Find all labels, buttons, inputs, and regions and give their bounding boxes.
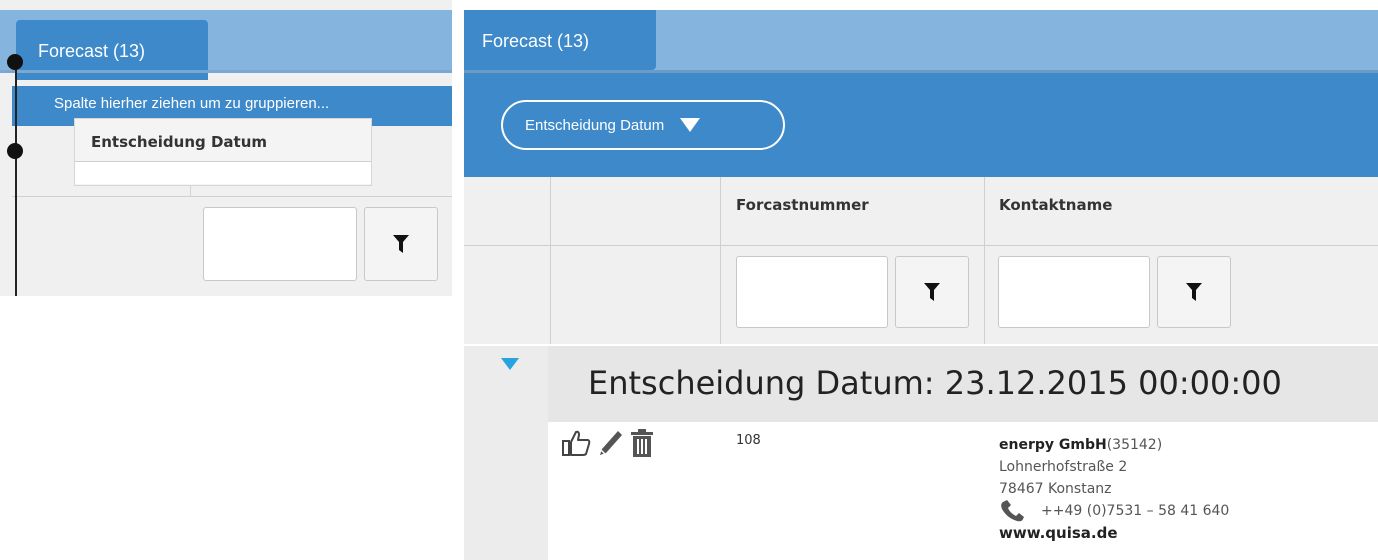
column-header-row — [464, 177, 1378, 246]
column-separator — [550, 177, 551, 344]
expand-icon[interactable] — [501, 358, 519, 370]
drag-indicator-line — [15, 60, 17, 296]
dragged-column-label: Entscheidung Datum — [91, 133, 268, 151]
contact-card: enerpy GmbH(35142) Lohnerhofstraße 2 784… — [999, 434, 1229, 544]
table-row — [548, 422, 1378, 560]
drag-indicator-bottom — [7, 143, 23, 159]
row-actions — [562, 428, 654, 458]
group-chip-entscheidung-datum[interactable]: Entscheidung Datum — [501, 100, 785, 150]
filter-button-forcastnummer[interactable] — [895, 256, 969, 328]
group-gutter — [464, 346, 548, 560]
group-chip-label: Entscheidung Datum — [525, 116, 665, 134]
filter-input-forcastnummer[interactable] — [736, 256, 888, 328]
column-separator — [720, 177, 721, 344]
tab-forecast[interactable]: Forecast (13) — [464, 10, 656, 70]
column-header-forcastnummer[interactable]: Forcastnummer — [736, 196, 869, 214]
contact-phone[interactable]: ++49 (0)7531 – 58 41 640 — [1041, 500, 1229, 522]
tab-underline — [0, 70, 452, 73]
contact-phone-line: ++49 (0)7531 – 58 41 640 — [999, 500, 1229, 522]
contact-street: Lohnerhofstraße 2 — [999, 459, 1128, 475]
contact-company-line: enerpy GmbH(35142) — [999, 434, 1229, 456]
filter-icon — [393, 235, 409, 253]
left-tab-bar: Forecast (13) — [0, 10, 452, 80]
contact-website[interactable]: www.quisa.de — [999, 522, 1229, 544]
thumbs-up-icon[interactable] — [562, 429, 592, 457]
trash-icon[interactable] — [630, 428, 654, 458]
ghost-filter-input — [75, 162, 371, 184]
left-filter-input[interactable] — [203, 207, 357, 281]
filter-icon — [1186, 283, 1202, 301]
column-separator — [984, 177, 985, 344]
forecast-number: 108 — [736, 433, 761, 448]
left-grid-panel: Forecast (13) Spalte hierher ziehen um z… — [0, 0, 452, 296]
column-header-kontaktname[interactable]: Kontaktname — [999, 196, 1112, 214]
left-filter-button[interactable] — [364, 207, 438, 281]
dragged-column-ghost[interactable]: Entscheidung Datum — [74, 118, 372, 186]
drag-indicator-top — [7, 54, 23, 70]
group-panel: Entscheidung Datum — [464, 73, 1378, 177]
pencil-icon[interactable] — [598, 429, 624, 457]
group-title: Entscheidung Datum: 23.12.2015 00:00:00 — [588, 364, 1282, 402]
group-row[interactable]: Entscheidung Datum: 23.12.2015 00:00:00 — [548, 346, 1378, 422]
filter-button-kontaktname[interactable] — [1157, 256, 1231, 328]
contact-city: 78467 Konstanz — [999, 481, 1112, 497]
filter-input-kontaktname[interactable] — [998, 256, 1150, 328]
filter-icon — [924, 283, 940, 301]
contact-id: (35142) — [1106, 437, 1163, 453]
tab-bar: Forecast (13) — [464, 10, 1378, 70]
phone-icon — [1001, 500, 1024, 522]
contact-company: enerpy GmbH — [999, 437, 1107, 453]
chevron-down-icon[interactable] — [680, 118, 701, 132]
